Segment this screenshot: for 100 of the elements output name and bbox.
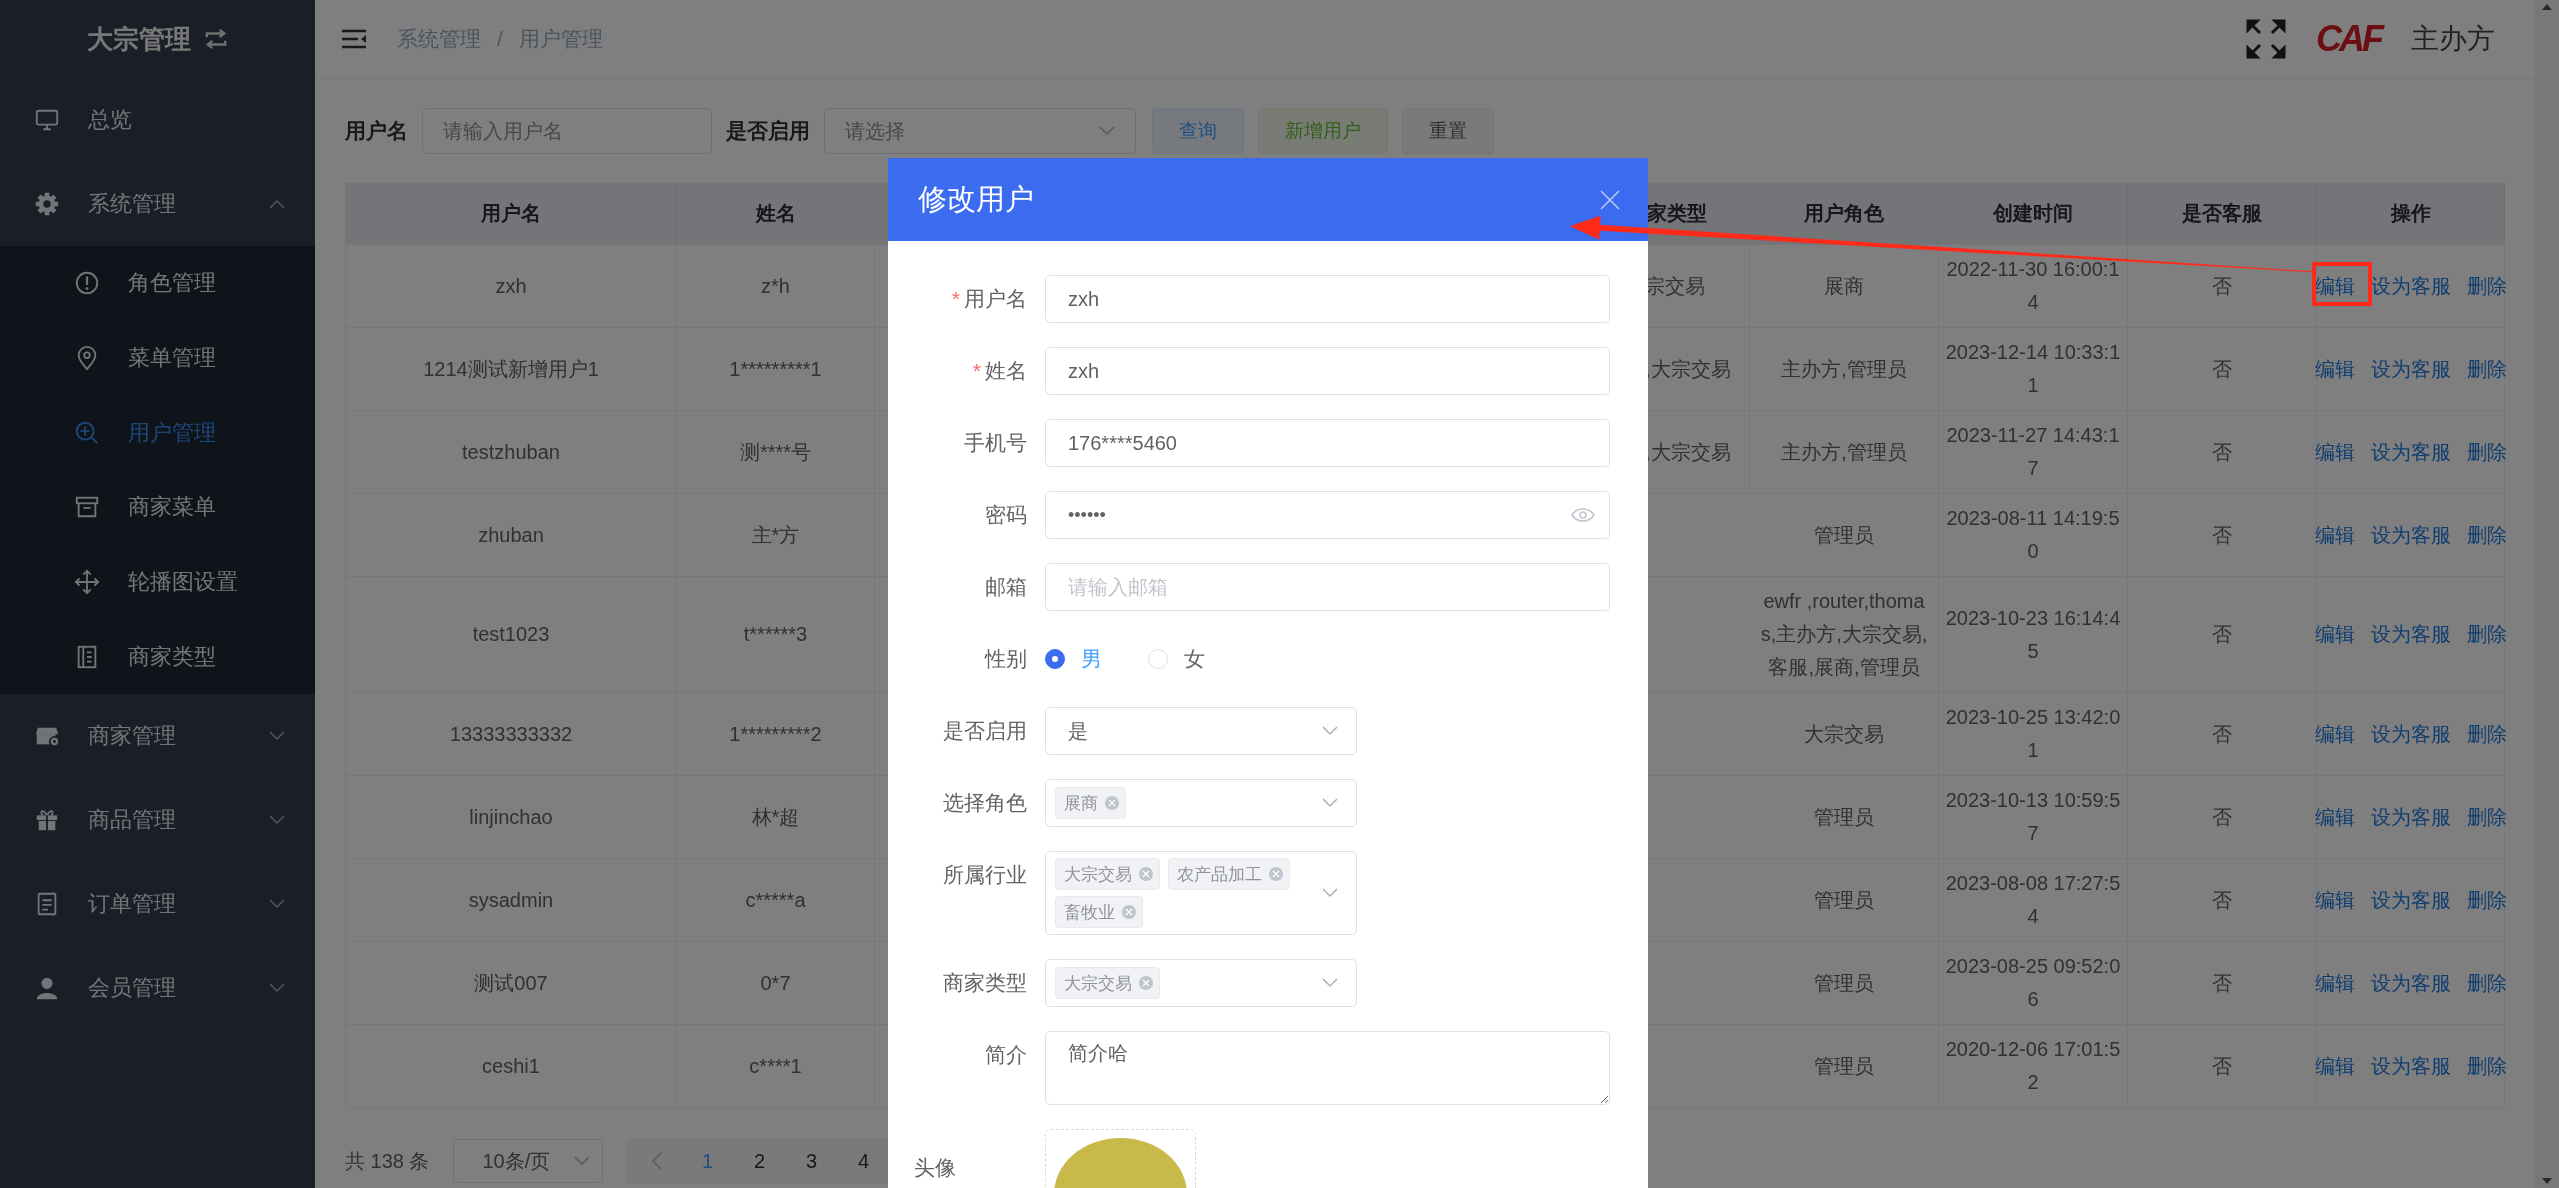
action-link[interactable]: 编辑 bbox=[2314, 966, 2355, 1000]
sidebar-item[interactable]: 商家管理 bbox=[0, 694, 315, 779]
action-link[interactable]: 删除 bbox=[2466, 966, 2507, 1000]
chevron-icon bbox=[269, 899, 285, 910]
sidebar-subitem[interactable]: 菜单管理 bbox=[0, 320, 315, 396]
column-header: 操作 bbox=[2317, 183, 2505, 245]
action-link[interactable]: 设为客服 bbox=[2370, 435, 2451, 469]
close-icon[interactable] bbox=[1104, 795, 1120, 811]
text-field[interactable]: zxh bbox=[1045, 275, 1610, 323]
filter-button[interactable]: 新增用户 bbox=[1258, 108, 1388, 154]
action-link[interactable]: 设为客服 bbox=[2370, 518, 2451, 552]
page-number[interactable]: 1 bbox=[685, 1149, 730, 1173]
page-size-select[interactable]: 10条/页 bbox=[453, 1139, 604, 1183]
action-link[interactable]: 删除 bbox=[2466, 883, 2507, 917]
scroll-down-icon[interactable] bbox=[2542, 1178, 2552, 1184]
table-cell: ewfr ,router,thomas,主办方,大宗交易,客服,展商,管理员 bbox=[1750, 577, 1939, 693]
action-link[interactable]: 删除 bbox=[2466, 800, 2507, 834]
select-field[interactable]: 是 bbox=[1045, 707, 1357, 755]
action-link[interactable]: 设为客服 bbox=[2370, 618, 2451, 651]
menu-fold-icon[interactable] bbox=[341, 29, 367, 49]
action-link[interactable]: 编辑 bbox=[2314, 518, 2355, 552]
action-link[interactable]: 编辑 bbox=[2314, 269, 2355, 303]
close-icon[interactable] bbox=[1268, 866, 1284, 882]
search-field[interactable]: 请输入用户名 bbox=[422, 108, 712, 154]
action-link[interactable]: 设为客服 bbox=[2370, 352, 2451, 386]
table-cell: 主办方,管理员 bbox=[1750, 411, 1939, 494]
radio-option[interactable]: 女 bbox=[1148, 645, 1205, 673]
close-icon[interactable] bbox=[1138, 975, 1154, 991]
close-icon[interactable] bbox=[1138, 866, 1154, 882]
text-field[interactable]: 请输入邮箱 bbox=[1045, 563, 1610, 611]
select-field[interactable]: 请选择 bbox=[824, 108, 1136, 154]
action-link[interactable]: 编辑 bbox=[2314, 618, 2355, 651]
action-link[interactable]: 删除 bbox=[2466, 352, 2507, 386]
action-link[interactable]: 设为客服 bbox=[2370, 1049, 2451, 1083]
sidebar-item[interactable]: 总览 bbox=[0, 78, 315, 162]
action-link[interactable]: 设为客服 bbox=[2370, 269, 2451, 303]
action-link[interactable]: 编辑 bbox=[2314, 352, 2355, 386]
caret-icon bbox=[574, 1156, 591, 1166]
dialog-title: 修改用户 bbox=[918, 181, 1034, 217]
action-link[interactable]: 删除 bbox=[2466, 269, 2507, 303]
action-link[interactable]: 设为客服 bbox=[2370, 717, 2451, 751]
page-number[interactable]: 4 bbox=[841, 1149, 886, 1173]
table-cell: 管理员 bbox=[1750, 1025, 1939, 1108]
multi-select-field[interactable]: 展商 bbox=[1045, 779, 1357, 827]
action-link[interactable]: 编辑 bbox=[2314, 800, 2355, 834]
filter-button[interactable]: 查询 bbox=[1152, 108, 1244, 154]
action-link[interactable]: 设为客服 bbox=[2370, 883, 2451, 917]
close-icon[interactable] bbox=[1600, 189, 1620, 210]
scrollbar[interactable] bbox=[2535, 0, 2559, 1188]
eye-icon[interactable] bbox=[1571, 507, 1595, 523]
sidebar-item[interactable]: 商品管理 bbox=[0, 778, 315, 863]
table-cell: 2023-08-25 09:52:06 bbox=[1939, 942, 2128, 1025]
table-cell: 主办方,管理员 bbox=[1750, 328, 1939, 411]
settings-icon bbox=[34, 191, 60, 217]
fullscreen-icon[interactable] bbox=[2246, 19, 2286, 59]
form-label: 性别 bbox=[983, 646, 1027, 672]
caret-icon bbox=[1322, 798, 1338, 808]
password-field[interactable]: •••••• bbox=[1045, 491, 1610, 539]
text-field[interactable]: 176****5460 bbox=[1045, 419, 1610, 467]
form-label: 简介 bbox=[984, 1042, 1027, 1068]
app-title: 大宗管理 bbox=[86, 22, 191, 56]
tag: 展商 bbox=[1055, 787, 1126, 819]
action-link[interactable]: 删除 bbox=[2466, 518, 2507, 552]
table-cell: test1023 bbox=[346, 577, 677, 693]
text-field[interactable]: zxh bbox=[1045, 347, 1610, 395]
radio-option[interactable]: 男 bbox=[1045, 645, 1102, 673]
action-link[interactable]: 删除 bbox=[2466, 435, 2507, 469]
sidebar-item[interactable]: 系统管理 bbox=[0, 162, 315, 246]
form-label: 手机号 bbox=[963, 430, 1027, 456]
action-link[interactable]: 设为客服 bbox=[2370, 966, 2451, 1000]
sidebar-subitem[interactable]: 轮播图设置 bbox=[0, 544, 315, 620]
filter-button[interactable]: 重置 bbox=[1402, 108, 1494, 154]
action-link[interactable]: 删除 bbox=[2466, 618, 2507, 651]
action-link[interactable]: 编辑 bbox=[2314, 883, 2355, 917]
page-number[interactable]: 3 bbox=[789, 1149, 834, 1173]
table-cell: c****1 bbox=[677, 1025, 875, 1108]
previous-page-icon[interactable] bbox=[651, 1151, 664, 1171]
table-cell: 管理员 bbox=[1750, 942, 1939, 1025]
action-link[interactable]: 删除 bbox=[2466, 717, 2507, 751]
table-cell: c*****a bbox=[677, 859, 875, 942]
sidebar-subitem[interactable]: 用户管理 bbox=[0, 395, 315, 471]
action-link[interactable]: 编辑 bbox=[2314, 717, 2355, 751]
sidebar-subitem[interactable]: 商家菜单 bbox=[0, 470, 315, 545]
organizer-label: 主办方 bbox=[2411, 22, 2495, 56]
multi-select-field[interactable]: 大宗交易 bbox=[1045, 959, 1357, 1007]
sidebar-subitem[interactable]: 角色管理 bbox=[0, 246, 315, 321]
page-number[interactable]: 2 bbox=[737, 1149, 782, 1173]
action-link[interactable]: 删除 bbox=[2466, 1049, 2507, 1083]
action-link[interactable]: 设为客服 bbox=[2370, 800, 2451, 834]
multi-select-field[interactable]: 大宗交易 农产品加工 畜牧业 bbox=[1045, 851, 1357, 935]
scroll-up-icon[interactable] bbox=[2542, 4, 2552, 10]
textarea-field[interactable]: 简介哈 bbox=[1045, 1031, 1610, 1105]
sidebar-item[interactable]: 订单管理 bbox=[0, 862, 315, 947]
sidebar-subitem[interactable]: 商家类型 bbox=[0, 619, 315, 695]
total-count: 共 138 条 bbox=[345, 1148, 430, 1174]
close-icon[interactable] bbox=[1121, 904, 1137, 920]
action-link[interactable]: 编辑 bbox=[2314, 1049, 2355, 1083]
sidebar-item[interactable]: 会员管理 bbox=[0, 946, 315, 1031]
caret-icon bbox=[1322, 978, 1338, 988]
action-link[interactable]: 编辑 bbox=[2314, 435, 2355, 469]
